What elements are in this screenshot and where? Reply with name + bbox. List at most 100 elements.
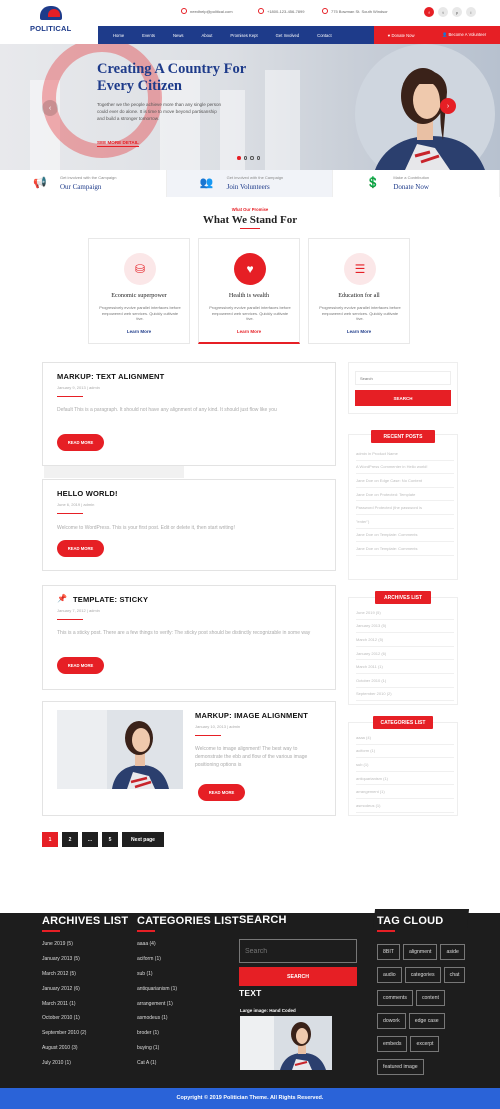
page-5-button[interactable]: 5 [102, 832, 118, 847]
recent-post-link[interactable]: Password Protected (the password is [356, 501, 454, 515]
tag-link[interactable]: featured image [377, 1059, 424, 1075]
post-title[interactable]: TEMPLATE: STICKY [73, 595, 148, 604]
footer-category-link[interactable]: aciform (1) [137, 956, 177, 971]
archive-link[interactable]: March 2011 (1) [356, 660, 454, 674]
footer-search-button[interactable]: SEARCH [239, 967, 357, 986]
tag-link[interactable]: content [415, 990, 445, 1006]
footer-archive-link[interactable]: July 2010 (1) [42, 1060, 86, 1075]
footer-archive-link[interactable]: August 2010 (3) [42, 1045, 86, 1060]
post-title[interactable]: MARKUP: TEXT ALIGNMENT [57, 372, 164, 381]
nav-news[interactable]: News [164, 33, 192, 38]
tag-link[interactable]: excerpt [410, 1036, 440, 1052]
footer-category-link[interactable]: aaaa (4) [137, 941, 177, 956]
tag-link[interactable]: 8BIT [377, 944, 400, 960]
tag-link[interactable]: edge case [408, 1013, 445, 1029]
archive-link[interactable]: January 2012 (6) [356, 647, 454, 661]
nav-get-involved[interactable]: Get Involved [267, 33, 309, 38]
footer-woman-image[interactable] [240, 1016, 332, 1070]
footer-archive-link[interactable]: January 2012 (6) [42, 986, 86, 1001]
become-volunteer-button[interactable]: 👤 Become A Volunteer [442, 32, 486, 38]
category-link[interactable]: asmodeus (1) [356, 799, 454, 813]
page-2-button[interactable]: 2 [62, 832, 78, 847]
footer-archive-link[interactable]: March 2011 (1) [42, 1001, 86, 1016]
phone-info[interactable]: +1800-123-456-7899 [258, 8, 304, 14]
nav-about[interactable]: About [192, 33, 221, 38]
heart-pulse-icon: ♥ [234, 253, 266, 285]
tag-link[interactable]: categories [404, 967, 441, 983]
nav-events[interactable]: Events [133, 33, 164, 38]
next-page-button[interactable]: Next page [122, 832, 164, 847]
tag-link[interactable]: dowork [377, 1013, 406, 1029]
recent-post-link[interactable]: Jane Doe on Template: Comments [356, 542, 454, 556]
facebook-icon[interactable]: f [424, 7, 434, 17]
read-more-button[interactable]: READ MORE [198, 784, 245, 801]
sidebar-search-input[interactable] [355, 371, 451, 385]
hero-prev-arrow[interactable]: ‹ [42, 100, 58, 116]
footer-archive-link[interactable]: October 2010 (1) [42, 1015, 86, 1030]
read-more-button[interactable]: READ MORE [57, 540, 104, 557]
see-more-link[interactable]: SEE MORE DETAIL [97, 140, 139, 147]
tag-link[interactable]: chat [443, 967, 466, 983]
recent-post-link[interactable]: Jane Doe on Template: Comments [356, 529, 454, 543]
footer-archive-link[interactable]: June 2019 (5) [42, 941, 86, 956]
slide-dot[interactable] [237, 156, 241, 160]
donate-now-card[interactable]: 💲 Make a Contribution Donate Now [333, 170, 500, 197]
footer-search-input[interactable] [239, 939, 357, 963]
tag-link[interactable]: alignment [402, 944, 438, 960]
recent-post-link[interactable]: Jane Doe on Edge Case: No Content [356, 474, 454, 488]
recent-post-link[interactable]: Jane Doe on Protected: Template [356, 488, 454, 502]
donate-now-button[interactable]: ♥ Donate Now [388, 33, 415, 38]
site-logo[interactable]: POLITICAL [30, 6, 90, 40]
sidebar-search-button[interactable]: SEARCH [355, 390, 451, 406]
tag-link[interactable]: embeds [377, 1036, 408, 1052]
category-link[interactable]: aaaa (4) [356, 731, 454, 745]
nav-promises-kept[interactable]: Promises Kept [221, 33, 266, 38]
footer-archive-link[interactable]: September 2010 (2) [42, 1030, 86, 1045]
archive-link[interactable]: June 2019 (5) [356, 606, 454, 620]
join-volunteers-card[interactable]: 👥 Get involved with the Campaign Join Vo… [166, 170, 334, 197]
our-campaign-card[interactable]: 📢 Get involved with the Campaign Our Cam… [0, 170, 167, 197]
pinterest-icon[interactable]: p [452, 7, 462, 17]
nav-contact[interactable]: Contact [308, 33, 340, 38]
footer-category-link[interactable]: Cat A (1) [137, 1060, 177, 1075]
footer-category-link[interactable]: buying (1) [137, 1045, 177, 1060]
archive-link[interactable]: January 2013 (5) [356, 620, 454, 634]
tag-link[interactable]: audio [377, 967, 402, 983]
read-more-button[interactable]: READ MORE [57, 434, 104, 451]
category-link[interactable]: arrangement (1) [356, 785, 454, 799]
footer-category-link[interactable]: arrangement (1) [137, 1001, 177, 1016]
post-title[interactable]: HELLO WORLD! [57, 489, 118, 498]
archive-link[interactable]: September 2010 (2) [356, 688, 454, 702]
hero-next-arrow[interactable]: › [440, 98, 456, 114]
learn-more-link[interactable]: Learn More [199, 329, 299, 334]
page-1-button[interactable]: 1 [42, 832, 58, 847]
recent-post-link[interactable]: A WordPress Commenter in Hello world! [356, 461, 454, 475]
read-more-button[interactable]: READ MORE [57, 657, 104, 674]
slide-dot[interactable] [243, 156, 247, 160]
archive-link[interactable]: October 2010 (1) [356, 674, 454, 688]
slide-dot[interactable] [256, 156, 260, 160]
instagram-icon[interactable]: i [466, 7, 476, 17]
footer-category-link[interactable]: broder (1) [137, 1030, 177, 1045]
footer-category-link[interactable]: sub (1) [137, 971, 177, 986]
nav-home[interactable]: Home [98, 33, 133, 38]
post-thumbnail-image[interactable] [57, 710, 183, 789]
category-link[interactable]: aciform (1) [356, 745, 454, 759]
footer-category-link[interactable]: asmodeus (1) [137, 1015, 177, 1030]
footer-archive-link[interactable]: January 2013 (5) [42, 956, 86, 971]
twitter-icon[interactable]: t [438, 7, 448, 17]
email-info[interactable]: needhelp@political.com [181, 8, 233, 14]
tag-link[interactable]: comments [377, 990, 413, 1006]
learn-more-link[interactable]: Learn More [89, 329, 189, 334]
learn-more-link[interactable]: Learn More [309, 329, 409, 334]
category-link[interactable]: antiquarianism (1) [356, 772, 454, 786]
category-link[interactable]: sub (1) [356, 758, 454, 772]
recent-post-link[interactable]: admin in Product Name [356, 447, 454, 461]
post-title[interactable]: MARKUP: IMAGE ALIGNMENT [195, 711, 308, 720]
footer-category-link[interactable]: antiquarianism (1) [137, 986, 177, 1001]
slide-dot[interactable] [250, 156, 254, 160]
archive-link[interactable]: March 2012 (5) [356, 633, 454, 647]
tag-link[interactable]: aside [440, 944, 465, 960]
footer-archive-link[interactable]: March 2012 (5) [42, 971, 86, 986]
recent-post-link[interactable]: "enter") [356, 515, 454, 529]
